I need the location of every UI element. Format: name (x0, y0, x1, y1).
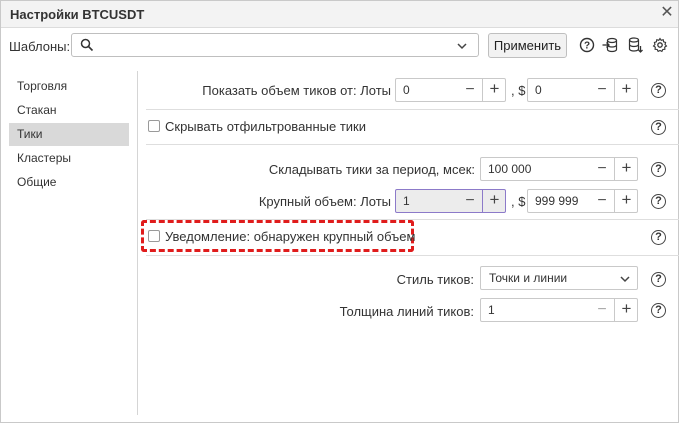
plus-icon[interactable]: + (482, 189, 506, 213)
search-icon (80, 38, 94, 52)
line-width-label: Толщина линий тиков: (339, 304, 474, 319)
large-volume-lots-stepper[interactable]: 1 − + (395, 189, 506, 213)
settings-window: Настройки BTCUSDT ✕ Шаблоны: Применить ? (0, 0, 679, 423)
window-title: Настройки BTCUSDT (10, 7, 145, 22)
plus-icon[interactable]: + (482, 78, 506, 102)
help-icon[interactable]: ? (651, 230, 666, 245)
tick-style-select[interactable]: Точки и линии (480, 266, 638, 290)
chevron-down-icon (620, 276, 630, 283)
minus-icon[interactable]: − (592, 80, 612, 100)
export-icon[interactable] (628, 37, 644, 53)
tick-style-value: Точки и линии (489, 271, 568, 285)
import-icon[interactable] (602, 37, 618, 53)
help-icon[interactable]: ? (651, 303, 666, 318)
aggregate-label: Складывать тики за период, мсек: (268, 162, 475, 177)
apply-button[interactable]: Применить (488, 33, 567, 58)
usd-separator: , $ (511, 83, 526, 98)
templates-label: Шаблоны: (9, 39, 71, 54)
help-icon[interactable]: ? (651, 83, 666, 98)
show-volume-label: Показать объем тиков от: Лоты (202, 83, 391, 98)
help-icon[interactable]: ? (651, 272, 666, 287)
usd-separator: , $ (511, 194, 526, 209)
tick-style-label: Стиль тиков: (396, 272, 474, 287)
close-icon[interactable]: ✕ (659, 5, 675, 21)
gear-icon[interactable] (652, 37, 668, 53)
plus-icon[interactable]: + (614, 78, 638, 102)
help-icon[interactable]: ? (579, 37, 595, 53)
large-volume-label: Крупный объем: Лоты (258, 194, 391, 209)
line-width-value: 1 (488, 303, 495, 317)
hide-filtered-checkbox[interactable] (148, 120, 160, 132)
show-volume-usd-value: 0 (535, 83, 542, 97)
title-bar: Настройки BTCUSDT ✕ (1, 1, 678, 28)
show-volume-lots-stepper[interactable]: 0 − + (395, 78, 506, 102)
minus-icon[interactable]: − (592, 159, 612, 179)
divider (146, 109, 679, 110)
divider (146, 144, 679, 145)
line-width-stepper[interactable]: 1 − + (480, 298, 638, 322)
show-volume-usd-stepper[interactable]: 0 − + (527, 78, 638, 102)
svg-text:?: ? (584, 41, 590, 52)
plus-icon[interactable]: + (614, 298, 638, 322)
minus-icon[interactable]: − (460, 191, 480, 211)
large-volume-lots-value: 1 (403, 194, 410, 208)
sidebar-item-general[interactable]: Общие (9, 171, 129, 194)
divider (146, 255, 679, 256)
help-icon[interactable]: ? (651, 194, 666, 209)
chevron-down-icon (457, 43, 467, 50)
aggregate-value: 100 000 (488, 162, 532, 176)
notify-label: Уведомление: обнаружен крупный объем (165, 229, 416, 244)
minus-icon[interactable]: − (592, 191, 612, 211)
show-volume-lots-value: 0 (403, 83, 410, 97)
templates-select[interactable] (71, 33, 479, 57)
hide-filtered-label: Скрывать отфильтрованные тики (165, 119, 367, 134)
sidebar-item-clusters[interactable]: Кластеры (9, 147, 129, 170)
help-icon[interactable]: ? (651, 162, 666, 177)
sidebar-item-ticks[interactable]: Тики (9, 123, 129, 146)
minus-icon[interactable]: − (460, 80, 480, 100)
minus-icon[interactable]: − (592, 300, 612, 320)
sidebar-item-trading[interactable]: Торговля (9, 75, 129, 98)
aggregate-stepper[interactable]: 100 000 − + (480, 157, 638, 181)
help-icon[interactable]: ? (651, 120, 666, 135)
notify-checkbox[interactable] (148, 230, 160, 242)
plus-icon[interactable]: + (614, 189, 638, 213)
large-volume-usd-value: 999 999 (535, 194, 579, 208)
sidebar-divider (137, 71, 138, 415)
plus-icon[interactable]: + (614, 157, 638, 181)
sidebar-item-orderbook[interactable]: Стакан (9, 99, 129, 122)
large-volume-usd-stepper[interactable]: 999 999 − + (527, 189, 638, 213)
